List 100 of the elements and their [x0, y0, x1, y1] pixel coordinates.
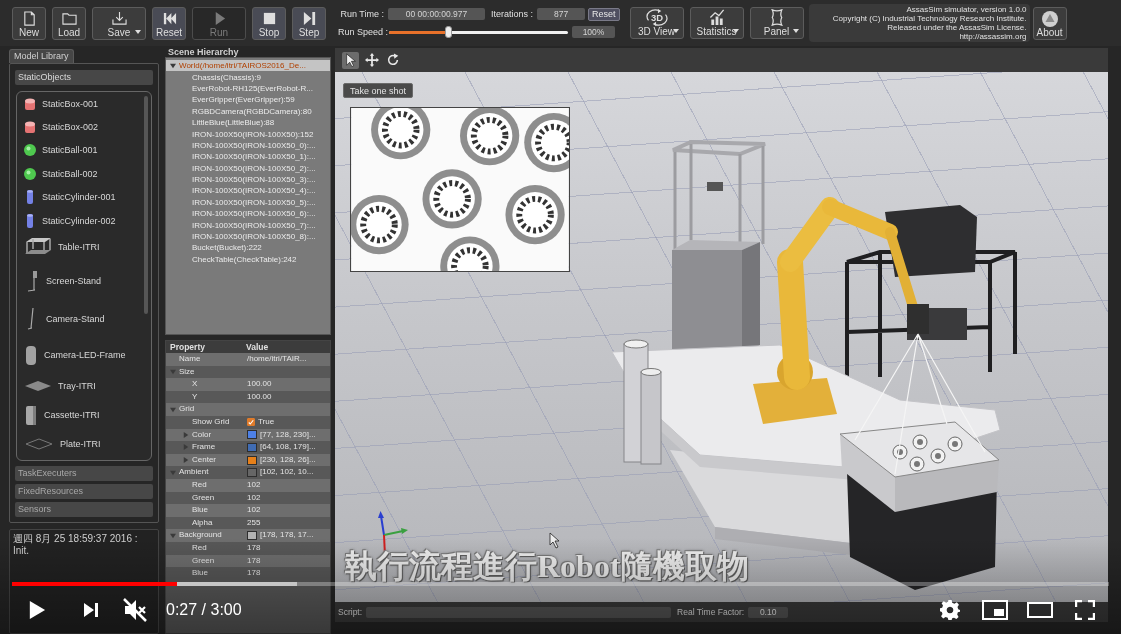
tree-item[interactable]: World(/home/itri/TAIROS2016_De... — [166, 60, 330, 72]
property-name: Green — [192, 554, 215, 567]
3d-view-button[interactable]: 3D 3D View — [629, 7, 684, 39]
panel-title: Scene Hierarchy — [167, 48, 240, 57]
library-item[interactable]: Camera-LED-Frame — [17, 338, 151, 373]
play-icon[interactable] — [28, 600, 46, 620]
about-button[interactable]: About — [1032, 6, 1067, 40]
muted-speaker-icon[interactable] — [123, 598, 147, 622]
new-button[interactable]: New — [12, 6, 46, 40]
library-item[interactable]: Cassette-ITRI — [17, 400, 151, 431]
tree-item[interactable]: IRON-100X50(IRON-100X50):152 — [166, 128, 330, 140]
tree-item[interactable]: IRON-100X50(IRON-100X50_1):... — [166, 151, 330, 163]
tree-item[interactable]: IRON-100X50(IRON-100X50_5):... — [166, 196, 330, 209]
property-value: [64, 108, 179]... — [260, 441, 316, 454]
reset-counter-button[interactable]: Reset — [588, 7, 620, 21]
video-progress-track[interactable] — [12, 582, 1109, 586]
real-time-factor-label: Real Time Factor: — [677, 607, 745, 617]
color-swatch-icon[interactable] — [247, 468, 257, 478]
property-row[interactable]: Grid — [166, 403, 330, 416]
step-button[interactable]: Step — [292, 6, 326, 40]
run-time-label: Run Time : — [339, 9, 384, 19]
scrollbar[interactable] — [144, 96, 148, 314]
info-line: AssasSim simulator, version 1.0.0 — [906, 5, 1027, 14]
library-item[interactable]: Tray-ITRI — [17, 372, 151, 401]
tree-item[interactable]: Chassis(Chassis):9 — [166, 71, 330, 83]
color-swatch-icon[interactable] — [247, 455, 257, 465]
library-item[interactable]: StaticCylinder-001 — [17, 185, 151, 209]
run-time-field: 00 00:00:00.977 — [388, 8, 485, 20]
property-name: Alpha — [192, 516, 213, 529]
expanded-arrow-icon[interactable] — [170, 62, 176, 69]
property-row[interactable]: Blue 102 — [166, 504, 330, 517]
color-swatch-icon[interactable] — [247, 430, 257, 440]
tree-item[interactable]: IRON-100X50(IRON-100X50_4):... — [166, 185, 330, 197]
property-name: Blue — [192, 567, 208, 580]
column-header: Value — [246, 341, 269, 353]
mouse-pointer-icon — [549, 532, 560, 549]
skip-next-icon[interactable] — [83, 602, 99, 618]
load-button[interactable]: Load — [52, 6, 86, 40]
move-tool[interactable] — [363, 51, 380, 69]
tree-item[interactable]: LittleBlue(LittleBlue):88 — [166, 116, 330, 129]
property-value: [77, 128, 230]... — [260, 428, 316, 441]
property-value: 100.00 — [247, 390, 272, 403]
property-row[interactable]: Background [178, 178, 17... — [166, 529, 330, 542]
fullscreen-icon[interactable] — [1075, 600, 1095, 620]
library-item[interactable]: Camera-Stand — [17, 300, 151, 339]
select-tool[interactable] — [342, 51, 359, 69]
tree-item[interactable]: IRON-100X50(IRON-100X50_0):... — [166, 139, 330, 152]
property-name: Color — [192, 428, 212, 441]
section-header[interactable]: Sensors — [15, 502, 153, 517]
property-value: 178 — [247, 541, 261, 554]
library-item[interactable]: Plate-ITRI — [17, 430, 151, 459]
speed-slider-track[interactable] — [389, 26, 568, 38]
property-value: 102 — [247, 491, 261, 504]
library-item[interactable]: StaticCylinder-002 — [17, 208, 151, 233]
tree-item[interactable]: IRON-100X50(IRON-100X50_2):... — [166, 162, 330, 174]
property-row[interactable]: X 100.00 — [166, 378, 330, 391]
tree-item[interactable]: Bucket(Bucket):222 — [166, 242, 330, 254]
reset-button[interactable]: Reset — [152, 6, 186, 40]
slider-handle[interactable] — [445, 26, 453, 38]
library-item[interactable]: Table-ITRI — [17, 232, 151, 263]
library-item[interactable]: Screen-Stand — [17, 262, 151, 301]
speed-percent-field: 100% — [572, 26, 615, 38]
property-value: 178 — [247, 567, 261, 580]
tree-item[interactable]: IRON-100X50(IRON-100X50_6):... — [166, 208, 330, 220]
library-item[interactable]: StaticBall-001 — [17, 138, 151, 163]
tree-item[interactable]: IRON-100X50(IRON-100X50_3):... — [166, 173, 330, 186]
property-name: Y — [192, 390, 198, 403]
model-library-tab[interactable]: Model Library — [9, 49, 74, 63]
video-caption: 執行流程進行Robot隨機取物 — [345, 550, 749, 582]
property-name: Frame — [192, 441, 216, 454]
section-header[interactable]: FixedResources — [15, 484, 153, 499]
color-swatch-icon[interactable] — [247, 531, 257, 541]
section-header[interactable]: TaskExecuters — [15, 466, 153, 481]
rotate-icon — [385, 53, 400, 67]
property-value: 102 — [247, 504, 261, 517]
tree-item[interactable]: EverRobot-RH125(EverRobot-R... — [166, 82, 330, 95]
column-header: Property — [169, 341, 206, 353]
statistics-button[interactable]: Statistics — [689, 7, 744, 39]
miniplayer-icon[interactable] — [982, 600, 1008, 620]
property-value: 178 — [247, 554, 261, 567]
tree-item[interactable]: IRON-100X50(IRON-100X50_7):... — [166, 219, 330, 231]
property-row[interactable]: Name /home/itri/TAIR... — [166, 353, 330, 366]
panel-button[interactable]: Panel — [749, 7, 804, 39]
save-button[interactable]: Save — [92, 6, 146, 40]
section-header[interactable]: StaticObjects — [15, 70, 153, 85]
library-item[interactable]: StaticBox-002 — [17, 115, 151, 139]
take-shot-button[interactable]: Take one shot — [343, 83, 414, 98]
tree-item[interactable]: IRON-100X50(IRON-100X50_8):... — [166, 230, 330, 243]
settings-icon[interactable] — [940, 600, 960, 620]
tree-item[interactable]: CheckTable(CheckTable):242 — [166, 253, 330, 266]
tree-item[interactable]: EverGripper(EverGripper):59 — [166, 94, 330, 106]
stop-button[interactable]: Stop — [252, 6, 286, 40]
checkbox[interactable] — [247, 418, 255, 427]
library-item[interactable]: StaticBall-002 — [17, 162, 151, 186]
box-icon — [24, 120, 36, 135]
tree-item[interactable]: RGBDCamera(RGBDCamera):80 — [166, 105, 330, 117]
property-name: Size — [179, 365, 195, 378]
color-swatch-icon[interactable] — [247, 442, 257, 452]
theater-mode-icon[interactable] — [1027, 602, 1053, 618]
library-item[interactable]: StaticBox-001 — [17, 92, 151, 116]
